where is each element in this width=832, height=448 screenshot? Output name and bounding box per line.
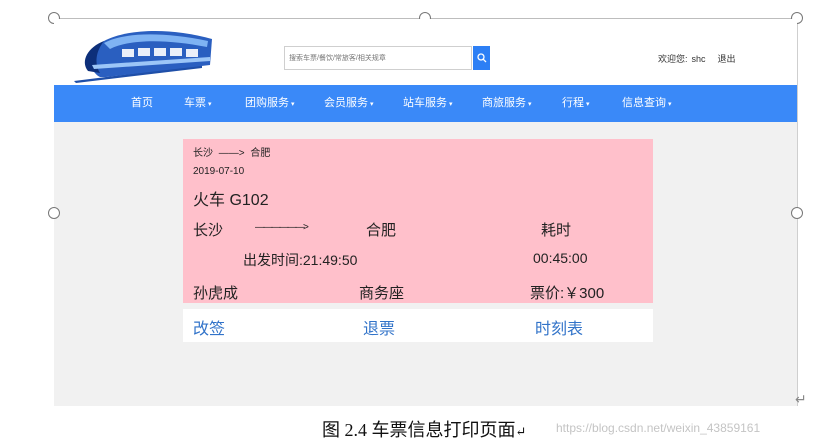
user-info: 欢迎您: shc 退出 — [658, 52, 740, 65]
departure-time: 出发时间:21:49:50 — [243, 252, 358, 268]
duration-label: 耗时 — [541, 222, 572, 239]
train-logo[interactable] — [70, 21, 218, 83]
nav-item-home[interactable]: 首页 — [131, 85, 153, 122]
resize-handle-middle-right[interactable] — [791, 207, 803, 219]
refund-ticket-link[interactable]: 退票 — [363, 315, 395, 339]
caret-down-icon: ▾ — [291, 101, 295, 108]
search-button[interactable] — [473, 46, 490, 70]
paragraph-return-mark: ↵ — [795, 391, 807, 407]
caption-return-mark: ↵ — [515, 424, 527, 439]
travel-date: 2019-07-10 — [193, 166, 245, 177]
ticket-price: 票价:￥300 — [530, 285, 605, 302]
change-ticket-link[interactable]: 改签 — [193, 315, 225, 339]
nav-item-label: 团购服务 — [245, 97, 289, 109]
timetable-link[interactable]: 时刻表 — [535, 315, 583, 339]
main-nav: 首页 车票 ▾ 团购服务 ▾ 会员服务 ▾ 站车服务 ▾ 商旅服务 ▾ 行程 ▾ 信息查询 ▾ — [54, 85, 797, 122]
nav-item-tickets[interactable]: 车票 ▾ — [184, 85, 212, 122]
train-number: 火车 G102 — [193, 192, 269, 209]
nav-item-label: 商旅服务 — [482, 97, 526, 109]
direction-arrow: ——————> — [255, 222, 309, 233]
nav-item-label: 行程 — [562, 97, 584, 109]
ticket-actions: 改签 退票 时刻表 — [183, 309, 653, 342]
logout-link[interactable]: 退出 — [718, 54, 736, 64]
nav-item-group-buy[interactable]: 团购服务 ▾ — [245, 85, 295, 122]
seat-class: 商务座 — [359, 285, 405, 302]
caret-down-icon: ▾ — [528, 101, 532, 108]
route-arrow: ——> — [218, 148, 245, 159]
nav-item-station[interactable]: 站车服务 ▾ — [403, 85, 453, 122]
search-input[interactable] — [284, 46, 472, 70]
nav-item-member[interactable]: 会员服务 ▾ — [324, 85, 374, 122]
nav-item-label: 车票 — [184, 97, 206, 109]
nav-item-info-query[interactable]: 信息查询 ▾ — [622, 85, 672, 122]
route-from: 长沙 — [193, 148, 213, 159]
resize-handle-middle-left[interactable] — [48, 207, 60, 219]
route-summary: 长沙 ——> 合肥 — [193, 144, 270, 159]
nav-item-label: 信息查询 — [622, 97, 666, 109]
nav-item-label: 首页 — [131, 97, 153, 109]
caption-text: 图 2.4 车票信息打印页面 — [322, 420, 516, 440]
passenger-name: 孙虎成 — [193, 285, 239, 302]
welcome-label: 欢迎您: — [658, 54, 688, 64]
ticket-card: 长沙 ——> 合肥 2019-07-10 火车 G102 长沙 ——————> … — [183, 139, 653, 303]
search-icon — [476, 53, 486, 63]
caret-down-icon: ▾ — [668, 101, 672, 108]
route-to: 合肥 — [250, 148, 271, 159]
caret-down-icon: ▾ — [586, 101, 590, 108]
caret-down-icon: ▾ — [370, 101, 374, 108]
nav-item-label: 站车服务 — [403, 97, 447, 109]
username: shc — [691, 54, 706, 64]
source-watermark: https://blog.csdn.net/weixin_43859161 — [556, 421, 761, 435]
to-station: 合肥 — [366, 222, 397, 239]
caret-down-icon: ▾ — [208, 101, 212, 108]
nav-item-label: 会员服务 — [324, 97, 368, 109]
figure-caption: 图 2.4 车票信息打印页面↵ — [322, 416, 526, 442]
caret-down-icon: ▾ — [449, 101, 453, 108]
nav-item-itinerary[interactable]: 行程 ▾ — [562, 85, 590, 122]
from-station: 长沙 — [193, 222, 224, 239]
duration-value: 00:45:00 — [533, 250, 588, 266]
search-bar — [284, 46, 490, 70]
site-header: 欢迎您:shc 退出 — [54, 19, 797, 85]
nav-item-business[interactable]: 商旅服务 ▾ — [482, 85, 532, 122]
